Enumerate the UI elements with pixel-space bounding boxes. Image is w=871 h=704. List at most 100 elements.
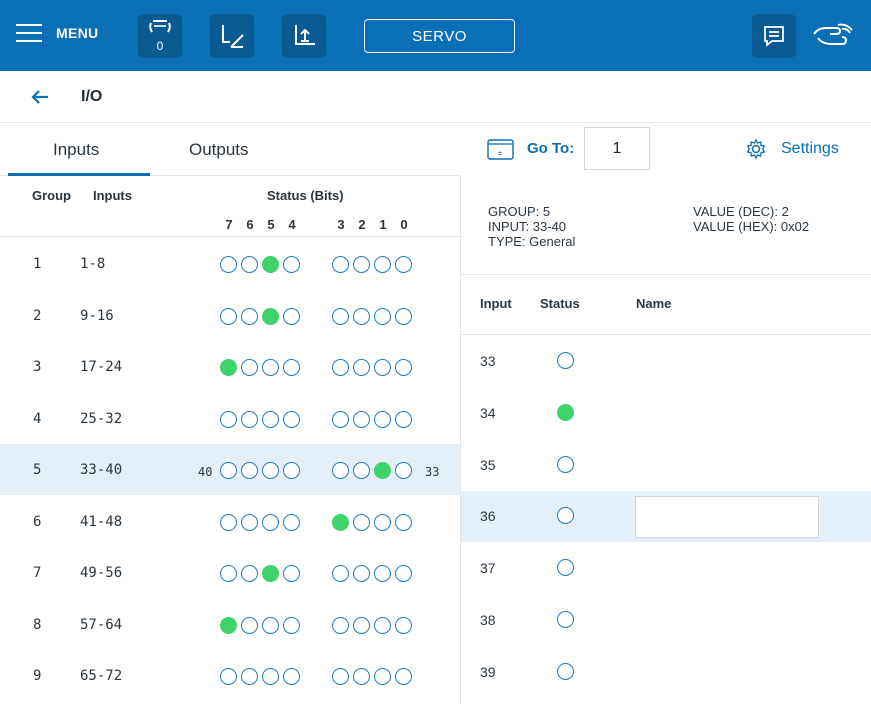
bit-status-indicator[interactable] [220,616,237,634]
goto-input[interactable] [584,127,650,170]
bit-status-indicator[interactable] [332,256,349,273]
bit-status-indicator[interactable] [395,616,412,634]
group-row[interactable]: 2 9-16 [0,290,460,341]
bit-status-indicator[interactable] [332,513,349,531]
bit-status-indicator[interactable] [283,462,300,479]
bit-status-indicator[interactable] [262,410,279,428]
bit-status-indicator[interactable] [262,668,279,685]
bit-status-indicator[interactable] [241,616,258,634]
bit-status-indicator[interactable] [241,359,258,376]
input-row[interactable]: 35 [461,440,871,491]
bit-status-indicator[interactable] [220,410,237,428]
bit-status-indicator[interactable] [241,462,258,479]
input-row[interactable]: 34 [461,388,871,439]
tab-inputs[interactable]: Inputs [53,140,99,160]
input-name-field[interactable] [635,496,819,539]
bit-status-indicator[interactable] [241,513,258,531]
bit-status-indicator[interactable] [241,565,258,582]
bit-status-indicator[interactable] [220,513,237,531]
bit-status-indicator[interactable] [332,307,349,325]
bit-status-indicator[interactable] [241,256,258,273]
bit-status-indicator[interactable] [353,462,370,479]
bit-status-indicator[interactable] [283,565,300,582]
bit-status-indicator[interactable] [220,565,237,582]
bit-status-indicator[interactable] [220,307,237,325]
group-row[interactable]: 3 17-24 [0,341,460,392]
group-row[interactable]: 6 41-48 [0,496,460,547]
message-button[interactable] [752,14,796,58]
bit-status-indicator[interactable] [353,565,370,582]
bit-status-indicator[interactable] [395,513,412,531]
input-row[interactable]: 38 [461,595,871,646]
bit-status-indicator[interactable] [374,513,391,531]
group-row[interactable]: 7 49-56 [0,547,460,598]
bit-status-indicator[interactable] [395,565,412,582]
bit-status-indicator[interactable] [262,307,279,325]
bit-status-indicator[interactable] [395,668,412,685]
bit-status-indicator[interactable] [262,513,279,531]
group-row[interactable]: 1 1-8 [0,238,460,289]
bit-status-indicator[interactable] [353,307,370,325]
input-row[interactable]: 33 [461,336,871,387]
bit-status-indicator[interactable] [374,410,391,428]
bit-status-indicator[interactable] [283,616,300,634]
bit-status-indicator[interactable] [283,410,300,428]
bit-status-indicator[interactable] [395,462,412,479]
group-row[interactable]: 8 57-64 [0,599,460,650]
tab-outputs[interactable]: Outputs [189,140,249,160]
bit-status-indicator[interactable] [332,668,349,685]
bit-status-indicator[interactable] [332,410,349,428]
coordinate-button[interactable] [282,14,326,58]
bit-status-indicator[interactable] [283,359,300,376]
bit-status-indicator[interactable] [262,462,279,479]
bit-status-indicator[interactable] [374,462,391,479]
bit-status-indicator[interactable] [283,307,300,325]
bit-status-indicator[interactable] [283,668,300,685]
settings-button[interactable]: Settings [745,138,839,160]
input-row[interactable]: 39 [461,647,871,698]
bit-status-indicator[interactable] [220,359,237,376]
bit-status-indicator[interactable] [395,256,412,273]
bit-status-indicator[interactable] [395,307,412,325]
bit-status-indicator[interactable] [283,256,300,273]
bit-status-indicator[interactable] [353,359,370,376]
bit-status-indicator[interactable] [262,616,279,634]
bit-status-indicator[interactable] [220,462,237,479]
menu-button[interactable]: MENU [16,24,98,42]
hand-guide-icon[interactable] [808,20,856,52]
bit-status-indicator[interactable] [374,307,391,325]
bit-status-indicator[interactable] [395,410,412,428]
group-row[interactable]: 9 65-72 [0,650,460,701]
bit-status-indicator[interactable] [332,616,349,634]
bit-status-indicator[interactable] [220,256,237,273]
bit-status-indicator[interactable] [332,359,349,376]
bit-status-indicator[interactable] [353,668,370,685]
bit-status-indicator[interactable] [353,513,370,531]
bit-status-indicator[interactable] [241,668,258,685]
bit-status-indicator[interactable] [374,256,391,273]
gripper-button[interactable]: 0 [138,14,182,58]
input-row[interactable]: 36 [461,491,871,543]
bit-status-indicator[interactable] [241,410,258,428]
servo-button[interactable]: SERVO [364,19,515,53]
group-row[interactable]: 5 33-40 40 33 [0,444,460,495]
group-row[interactable]: 4 25-32 [0,393,460,444]
input-row[interactable]: 37 [461,543,871,594]
bit-status-indicator[interactable] [262,359,279,376]
bit-status-indicator[interactable] [353,256,370,273]
frame-button[interactable] [210,14,254,58]
bit-status-indicator[interactable] [374,616,391,634]
bit-status-indicator[interactable] [332,462,349,479]
bit-status-indicator[interactable] [332,565,349,582]
back-arrow-icon[interactable] [30,89,50,105]
bit-status-indicator[interactable] [220,668,237,685]
bit-status-indicator[interactable] [241,307,258,325]
bit-status-indicator[interactable] [283,513,300,531]
bit-status-indicator[interactable] [353,616,370,634]
bit-status-indicator[interactable] [395,359,412,376]
bit-status-indicator[interactable] [374,565,391,582]
bit-status-indicator[interactable] [374,359,391,376]
bit-status-indicator[interactable] [262,565,279,582]
bit-status-indicator[interactable] [374,668,391,685]
bit-status-indicator[interactable] [262,256,279,273]
